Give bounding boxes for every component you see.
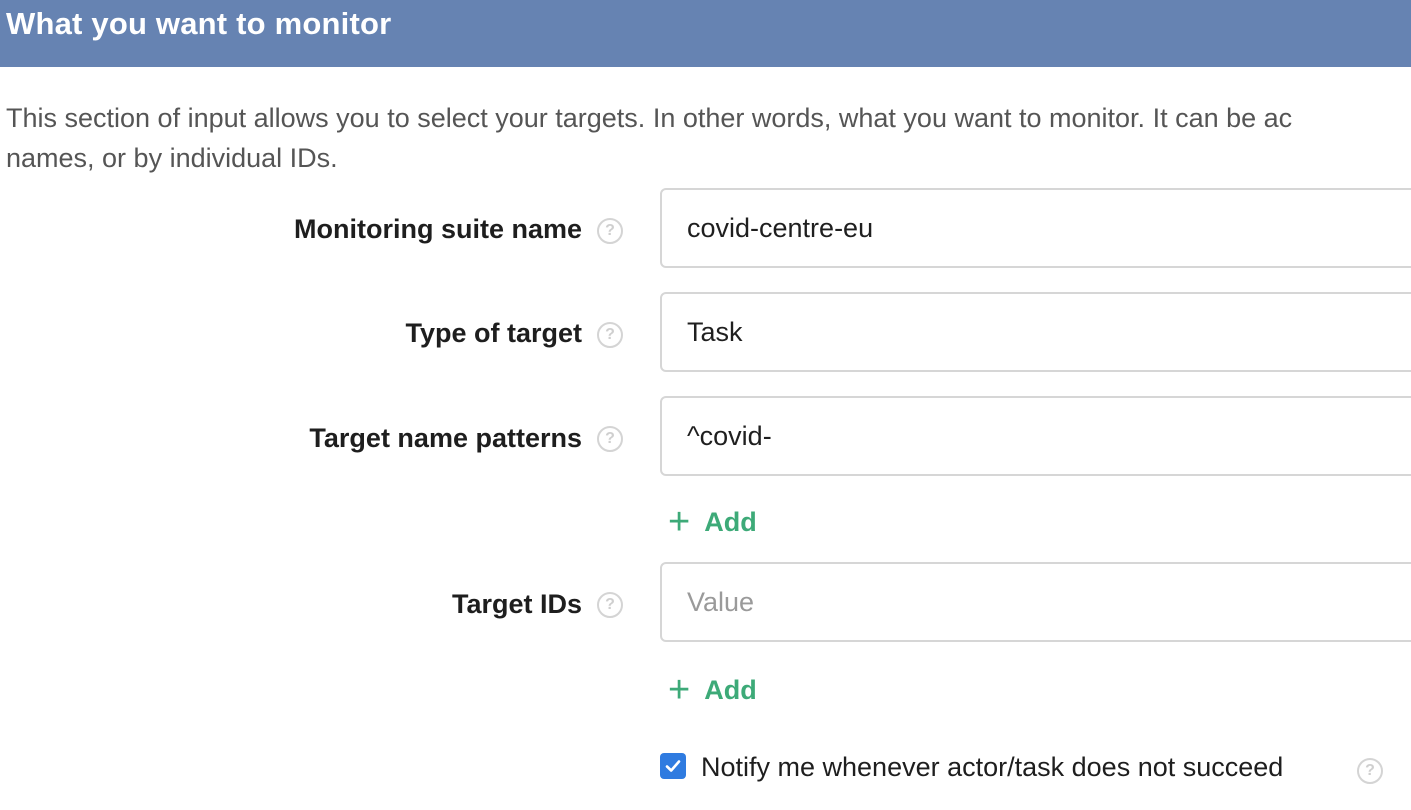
- target-ids-help-icon[interactable]: ?: [597, 592, 623, 618]
- suite-name-label: Monitoring suite name: [293, 214, 582, 244]
- description-line-1: This section of input allows you to sele…: [6, 103, 1293, 133]
- section-description: This section of input allows you to sele…: [6, 98, 1411, 178]
- target-type-select[interactable]: [660, 292, 1411, 372]
- name-patterns-label: Target name patterns: [309, 423, 582, 453]
- add-name-pattern-label: Add: [704, 506, 757, 537]
- notify-checkbox[interactable]: [660, 753, 686, 779]
- name-pattern-input[interactable]: [660, 396, 1411, 476]
- add-target-id-label: Add: [704, 674, 757, 705]
- notify-label[interactable]: Notify me whenever actor/task does not s…: [701, 752, 1283, 783]
- section-title: What you want to monitor: [6, 6, 392, 41]
- target-id-input[interactable]: [660, 562, 1411, 642]
- checkmark-icon: [665, 760, 681, 772]
- target-type-help-icon[interactable]: ?: [597, 322, 623, 348]
- plus-icon: +: [668, 669, 691, 711]
- add-target-id-button[interactable]: + Add: [668, 669, 757, 711]
- section-header: What you want to monitor: [0, 0, 1411, 67]
- add-name-pattern-button[interactable]: + Add: [668, 501, 757, 543]
- description-line-2: names, or by individual IDs.: [6, 143, 338, 173]
- suite-name-help-icon[interactable]: ?: [597, 218, 623, 244]
- notify-help-icon[interactable]: ?: [1357, 758, 1383, 784]
- target-type-label: Type of target: [405, 318, 582, 348]
- suite-name-input[interactable]: [660, 188, 1411, 268]
- plus-icon: +: [668, 501, 691, 543]
- name-patterns-help-icon[interactable]: ?: [597, 426, 623, 452]
- target-ids-label: Target IDs: [451, 589, 582, 619]
